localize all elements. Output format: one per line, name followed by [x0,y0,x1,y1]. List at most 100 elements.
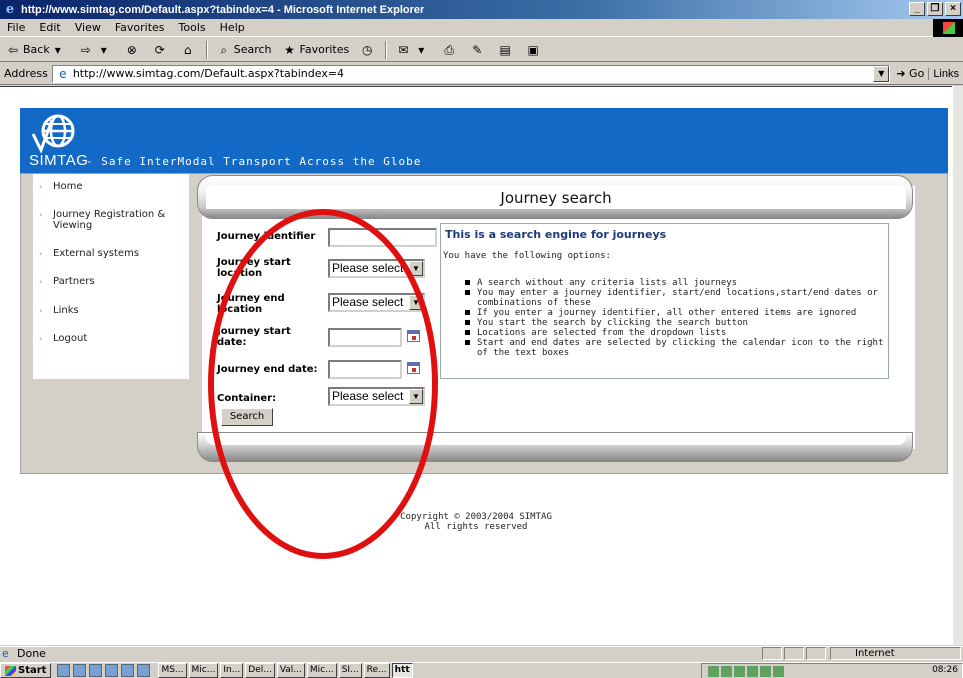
back-button[interactable]: ⇦ Back ▾ [0,42,73,58]
close-button[interactable]: × [945,2,961,16]
stop-button[interactable]: ⊗ [119,42,147,58]
tray-icon[interactable] [734,665,745,677]
tray-icon[interactable] [773,665,784,677]
start-location-select[interactable]: Please select ▼ [328,259,425,278]
task-button[interactable]: In... [220,663,244,678]
start-location-label: Journey start location [217,257,291,279]
task-button[interactable]: Mic... [188,663,219,678]
bullet-icon: › [39,210,43,219]
tray-icon[interactable] [708,665,719,677]
mail-button[interactable]: ✉ ▾ [390,42,436,58]
search-button[interactable]: ⌕ Search [211,42,277,58]
maximize-button[interactable]: ❐ [927,2,943,16]
vertical-scrollbar[interactable] [952,86,963,645]
chevron-down-icon: ▾ [100,42,107,57]
task-button[interactable]: MS... [158,663,187,678]
menu-favorites[interactable]: Favorites [108,21,172,34]
nav-item-label: Links [53,305,79,316]
nav-item-label: Journey Registration & Viewing [53,209,166,231]
discuss-button[interactable]: ▤ [492,42,520,58]
search-submit-button[interactable]: Search [221,408,273,426]
print-icon: ⎙ [444,42,455,57]
end-location-select[interactable]: Please select ▼ [328,293,425,312]
quick-launch-icon[interactable] [121,664,135,677]
site-tagline: - Safe InterModal Transport Across the G… [86,155,422,168]
quick-launch-icon[interactable] [105,664,119,677]
chevron-down-icon: ▼ [409,295,423,310]
back-arrow-icon: ⇦ [7,42,19,57]
start-label: Start [18,665,47,676]
list-item: A search without any criteria lists all … [465,278,885,288]
container-select[interactable]: Please select ▼ [328,387,425,406]
task-button-active[interactable]: htt [391,663,413,678]
nav-item-home[interactable]: › Home [39,181,83,192]
quick-launch-icon[interactable] [73,664,87,677]
favorites-button[interactable]: ★ Favorites [277,42,355,58]
nav-item-label: Logout [53,333,88,344]
menu-file[interactable]: File [0,21,32,34]
bullet-icon: › [39,182,43,191]
task-button[interactable]: Mic... [306,663,337,678]
globe-logo-icon [32,114,75,154]
end-date-input[interactable] [328,360,402,379]
edit-button[interactable]: ✎ [464,42,492,58]
address-bar: Address e http://www.simtag.com/Default.… [0,63,963,85]
address-input[interactable]: e http://www.simtag.com/Default.aspx?tab… [51,64,891,83]
nav-item-journey-registration[interactable]: › Journey Registration & Viewing [39,209,179,231]
messenger-button[interactable]: ▣ [520,42,548,58]
refresh-icon: ⟳ [154,42,165,57]
forward-arrow-icon: ⇨ [80,42,91,57]
journey-identifier-input[interactable] [328,228,437,247]
history-button[interactable]: ◷ [354,42,382,58]
start-date-calendar-icon[interactable] [407,330,420,342]
links-button[interactable]: Links [928,67,963,80]
forward-button[interactable]: ⇨ ▾ [73,42,119,58]
start-date-input[interactable] [328,328,402,347]
quick-launch-icon[interactable] [57,664,71,677]
go-button[interactable]: ➜ Go [890,67,928,80]
chevron-down-icon[interactable]: ▼ [873,65,890,82]
task-button[interactable]: SI... [338,663,362,678]
nav-item-logout[interactable]: › Logout [39,333,87,344]
task-buttons: MS... Mic... In... Del... Val... Mic... … [158,663,413,678]
container-label: Container: [217,393,277,404]
menu-view[interactable]: View [68,21,108,34]
panel-title: Journey search [500,189,612,207]
nav-item-partners[interactable]: › Partners [39,276,95,287]
status-cell [762,647,782,660]
main-frame: › Home › Journey Registration & Viewing › E… [20,173,948,474]
menu-bar: File Edit View Favorites Tools Help [0,19,963,37]
minimize-button[interactable]: _ [909,2,925,16]
status-text: Done [17,647,46,660]
window-controls: _ ❐ × [909,2,961,16]
start-date-label: Journey start date: [217,326,291,348]
menu-edit[interactable]: Edit [32,21,67,34]
window-title-bar: e http://www.simtag.com/Default.aspx?tab… [0,0,963,19]
end-date-calendar-icon[interactable] [407,362,420,374]
nav-item-external-systems[interactable]: › External systems [39,248,139,259]
tray-icon[interactable] [747,665,758,677]
task-button[interactable]: Re... [363,663,390,678]
favorites-icon: ★ [284,42,295,57]
menu-help[interactable]: Help [213,21,252,34]
tray-icon[interactable] [721,665,732,677]
home-button[interactable]: ⌂ [175,42,203,58]
security-zone: Internet [830,647,961,660]
status-text-area: e Done [0,647,46,660]
quick-launch-icon[interactable] [137,664,151,677]
menu-tools[interactable]: Tools [172,21,213,34]
task-button[interactable]: Del... [245,663,275,678]
info-intro: You have the following options: [443,251,611,261]
task-button[interactable]: Val... [276,663,305,678]
nav-item-links[interactable]: › Links [39,305,79,316]
container-value: Please select [332,389,404,403]
list-item: You may enter a journey identifier, star… [465,288,885,308]
tray-icon[interactable] [760,665,771,677]
print-button[interactable]: ⎙ [436,42,464,58]
start-button[interactable]: Start [0,663,52,678]
quick-launch-icon[interactable] [89,664,103,677]
edit-icon: ✎ [472,42,483,57]
refresh-button[interactable]: ⟳ [147,42,175,58]
clock: 08:26 [932,665,958,675]
back-label: Back [23,43,50,56]
